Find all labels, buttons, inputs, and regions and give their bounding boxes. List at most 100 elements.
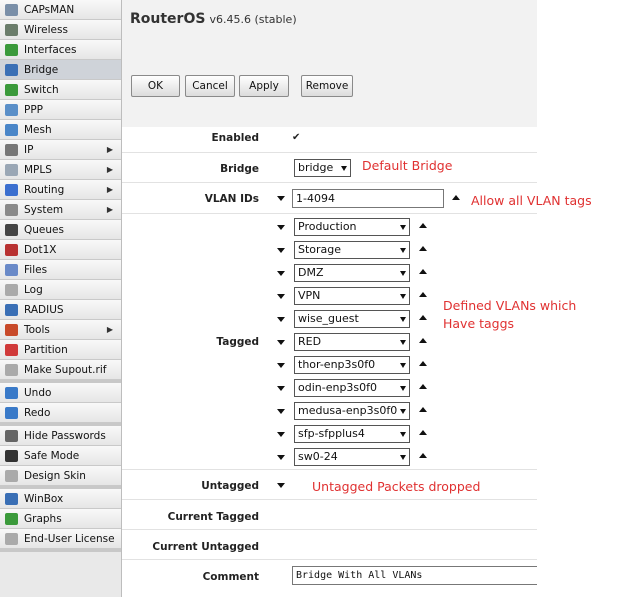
submenu-arrow-icon: ▶ bbox=[106, 205, 113, 214]
tagged-interface-select[interactable]: medusa-enp3s0f0 bbox=[294, 402, 410, 420]
tagged-interface-select[interactable]: VPN bbox=[294, 287, 410, 305]
current-tagged-row: Current Tagged bbox=[122, 499, 537, 530]
remove-button[interactable]: Remove bbox=[301, 75, 353, 97]
cancel-button[interactable]: Cancel bbox=[185, 75, 235, 97]
sidebar-item-mesh[interactable]: Mesh bbox=[0, 120, 121, 140]
chevron-down-icon bbox=[400, 432, 406, 437]
collapse-down-icon[interactable] bbox=[277, 409, 285, 414]
sidebar-item-design-skin[interactable]: Design Skin bbox=[0, 466, 121, 486]
comment-label: Comment bbox=[202, 571, 259, 583]
collapse-down-icon[interactable] bbox=[277, 225, 285, 230]
bridge-select[interactable]: bridge bbox=[294, 159, 351, 177]
sidebar-item-ppp[interactable]: PPP bbox=[0, 100, 121, 120]
tagged-interface-value: DMZ bbox=[298, 266, 324, 279]
switch-icon bbox=[5, 84, 18, 96]
tagged-interface-value: wise_guest bbox=[298, 312, 359, 325]
sidebar-item-label: Hide Passwords bbox=[24, 430, 106, 442]
sidebar-item-label: Mesh bbox=[24, 124, 52, 136]
sidebar-item-files[interactable]: Files bbox=[0, 260, 121, 280]
expand-up-icon[interactable] bbox=[419, 246, 427, 251]
chevron-down-icon bbox=[400, 271, 406, 276]
sidebar-item-interfaces[interactable]: Interfaces bbox=[0, 40, 121, 60]
sidebar-item-capsman[interactable]: CAPsMAN bbox=[0, 0, 121, 20]
sidebar-item-label: Undo bbox=[24, 387, 52, 399]
collapse-down-icon[interactable] bbox=[277, 340, 285, 345]
tagged-interface-select[interactable]: RED bbox=[294, 333, 410, 351]
sidebar-item-hide-passwords[interactable]: Hide Passwords bbox=[0, 426, 121, 446]
expand-up-icon[interactable] bbox=[419, 384, 427, 389]
sidebar-item-switch[interactable]: Switch bbox=[0, 80, 121, 100]
sidebar-item-label: Redo bbox=[24, 407, 51, 419]
collapse-down-icon[interactable] bbox=[277, 363, 285, 368]
sidebar-item-queues[interactable]: Queues bbox=[0, 220, 121, 240]
expand-up-icon[interactable] bbox=[419, 338, 427, 343]
collapse-down-icon[interactable] bbox=[277, 271, 285, 276]
sidebar-item-end-user-license[interactable]: End-User License bbox=[0, 529, 121, 549]
tagged-interface-select[interactable]: thor-enp3s0f0 bbox=[294, 356, 410, 374]
sidebar-item-radius[interactable]: RADIUS bbox=[0, 300, 121, 320]
sidebar-item-make-supout-rif[interactable]: Make Supout.rif bbox=[0, 360, 121, 380]
collapse-down-icon[interactable] bbox=[277, 294, 285, 299]
collapse-down-icon[interactable] bbox=[277, 248, 285, 253]
sidebar-item-mpls[interactable]: MPLS ▶ bbox=[0, 160, 121, 180]
tagged-interface-select[interactable]: odin-enp3s0f0 bbox=[294, 379, 410, 397]
sidebar-item-dot1x[interactable]: Dot1X bbox=[0, 240, 121, 260]
sidebar-item-wireless[interactable]: Wireless bbox=[0, 20, 121, 40]
expand-up-icon[interactable] bbox=[419, 407, 427, 412]
expand-up-icon[interactable] bbox=[419, 361, 427, 366]
expand-up-icon[interactable] bbox=[419, 269, 427, 274]
tagged-interface-value: Production bbox=[298, 220, 357, 233]
collapse-down-icon[interactable] bbox=[277, 386, 285, 391]
ok-button[interactable]: OK bbox=[131, 75, 180, 97]
collapse-down-icon[interactable] bbox=[277, 455, 285, 460]
comment-input[interactable]: Bridge With All VLANs bbox=[292, 566, 537, 585]
apply-button[interactable]: Apply bbox=[239, 75, 289, 97]
capsman-icon bbox=[5, 4, 18, 16]
sidebar-item-redo[interactable]: Redo bbox=[0, 403, 121, 423]
sidebar-item-label: MPLS bbox=[24, 164, 52, 176]
tagged-interface-select[interactable]: sfp-sfpplus4 bbox=[294, 425, 410, 443]
mesh-icon bbox=[5, 124, 18, 136]
supout-icon bbox=[5, 364, 18, 376]
radius-icon bbox=[5, 304, 18, 316]
collapse-down-icon[interactable] bbox=[277, 432, 285, 437]
sidebar-item-undo[interactable]: Undo bbox=[0, 383, 121, 403]
sidebar-item-label: Graphs bbox=[24, 513, 62, 525]
sidebar-item-ip[interactable]: IP ▶ bbox=[0, 140, 121, 160]
sidebar-item-label: PPP bbox=[24, 104, 43, 116]
tagged-interface-select[interactable]: DMZ bbox=[294, 264, 410, 282]
tagged-interface-select[interactable]: wise_guest bbox=[294, 310, 410, 328]
expand-up-icon[interactable] bbox=[419, 315, 427, 320]
sidebar-item-label: CAPsMAN bbox=[24, 4, 75, 16]
sidebar-item-partition[interactable]: Partition bbox=[0, 340, 121, 360]
sidebar-item-bridge[interactable]: Bridge bbox=[0, 60, 121, 80]
tagged-interface-select[interactable]: sw0-24 bbox=[294, 448, 410, 466]
chevron-down-icon bbox=[400, 455, 406, 460]
sidebar-item-graphs[interactable]: Graphs bbox=[0, 509, 121, 529]
sidebar-item-tools[interactable]: Tools ▶ bbox=[0, 320, 121, 340]
collapse-down-icon[interactable] bbox=[277, 196, 285, 201]
expand-up-icon[interactable] bbox=[419, 223, 427, 228]
collapse-down-icon[interactable] bbox=[277, 483, 285, 488]
sidebar-item-label: System bbox=[24, 204, 64, 216]
design-skin-icon bbox=[5, 470, 18, 482]
redo-icon bbox=[5, 407, 18, 419]
sidebar-item-log[interactable]: Log bbox=[0, 280, 121, 300]
vlan-ids-label: VLAN IDs bbox=[204, 193, 259, 205]
sidebar-item-system[interactable]: System ▶ bbox=[0, 200, 121, 220]
tagged-interface-select[interactable]: Production bbox=[294, 218, 410, 236]
tagged-interface-select[interactable]: Storage bbox=[294, 241, 410, 259]
expand-up-icon[interactable] bbox=[419, 430, 427, 435]
expand-up-icon[interactable] bbox=[419, 453, 427, 458]
sidebar-item-routing[interactable]: Routing ▶ bbox=[0, 180, 121, 200]
enabled-checkbox[interactable]: ✔ bbox=[292, 132, 300, 143]
vlan-ids-input[interactable]: 1-4094 bbox=[292, 189, 444, 208]
sidebar-item-safe-mode[interactable]: Safe Mode bbox=[0, 446, 121, 466]
collapse-down-icon[interactable] bbox=[277, 317, 285, 322]
sidebar-item-winbox[interactable]: WinBox bbox=[0, 489, 121, 509]
undo-icon bbox=[5, 387, 18, 399]
expand-up-icon[interactable] bbox=[419, 292, 427, 297]
expand-up-icon[interactable] bbox=[452, 195, 460, 200]
sidebar-group: WinBox Graphs End-User License bbox=[0, 489, 121, 552]
safe-mode-icon bbox=[5, 450, 18, 462]
